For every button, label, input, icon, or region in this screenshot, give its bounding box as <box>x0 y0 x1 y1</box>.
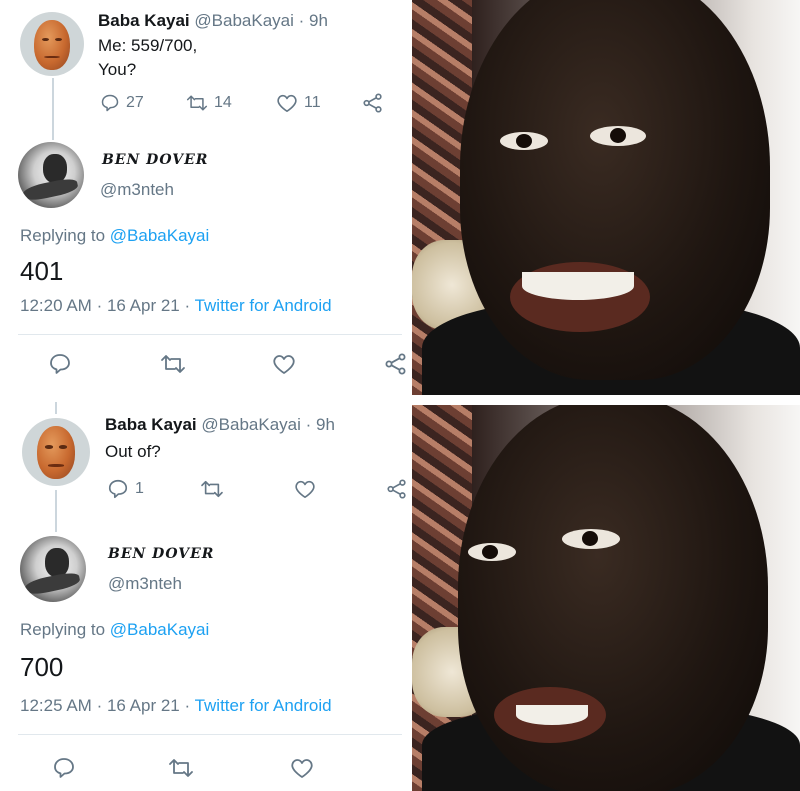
like-button[interactable]: 11 <box>276 93 321 113</box>
reply-author-name[interactable]: BEN DOVER <box>108 546 214 562</box>
like-button[interactable] <box>294 479 316 499</box>
reply-button[interactable] <box>48 352 72 376</box>
replying-to-link[interactable]: @BabaKayai <box>110 226 210 245</box>
reply-count: 27 <box>126 94 144 111</box>
avatar-baba-kayai[interactable] <box>20 12 84 76</box>
reply-date: 16 Apr 21 <box>106 296 180 315</box>
tweet-header: Baba Kayai @BabaKayai · 9h <box>98 10 328 32</box>
tweet-text: Out of? <box>105 440 161 464</box>
thread-line <box>55 490 57 532</box>
avatar-ben-dover[interactable] <box>18 142 84 208</box>
replying-to-label: Replying to <box>20 226 106 245</box>
reply-icon <box>108 479 128 499</box>
author-name[interactable]: Baba Kayai <box>105 415 197 434</box>
like-count: 11 <box>304 94 321 111</box>
retweet-icon <box>169 759 193 777</box>
tweet-age: 9h <box>316 415 335 434</box>
avatar-ben-dover[interactable] <box>20 536 86 602</box>
separator: · <box>298 11 305 30</box>
reply-icon <box>50 354 70 374</box>
reply-source[interactable]: Twitter for Android <box>195 296 332 315</box>
retweet-button[interactable]: 14 <box>186 93 232 113</box>
divider <box>18 334 402 335</box>
separator: · <box>184 696 191 715</box>
tweet-age: 9h <box>309 11 328 30</box>
reply-author-handle[interactable]: @m3nteh <box>100 180 174 200</box>
tweet-text: Me: 559/700, You? <box>98 34 197 82</box>
reply-time: 12:20 AM <box>20 296 92 315</box>
separator: · <box>305 415 312 434</box>
tweet-panel-bottom: Baba Kayai @BabaKayai · 9h Out of? 1 BEN… <box>0 398 410 791</box>
divider <box>18 734 402 735</box>
like-button[interactable] <box>290 757 314 779</box>
share-icon <box>387 479 406 499</box>
reply-meta: 12:20 AM · 16 Apr 21 · Twitter for Andro… <box>20 296 332 316</box>
retweet-button[interactable] <box>168 757 194 779</box>
separator: · <box>96 296 103 315</box>
thread-line <box>55 402 57 414</box>
share-button[interactable] <box>384 353 408 375</box>
reply-icon <box>101 94 119 112</box>
tweet-text-line: Me: 559/700, <box>98 36 198 55</box>
reply-button[interactable] <box>52 756 76 780</box>
author-handle[interactable]: @BabaKayai <box>201 415 301 434</box>
share-button[interactable] <box>362 93 384 113</box>
avatar-baba-kayai[interactable] <box>22 418 90 486</box>
reply-author-name[interactable]: BEN DOVER <box>102 152 208 168</box>
share-icon <box>363 93 382 113</box>
reply-text: 401 <box>20 256 64 286</box>
replying-to-label: Replying to <box>20 620 106 639</box>
thread-line <box>52 78 54 140</box>
reply-button[interactable]: 1 <box>107 478 144 500</box>
separator: · <box>184 296 191 315</box>
reply-count: 1 <box>135 480 144 497</box>
reply-text: 700 <box>20 652 64 682</box>
heart-icon <box>273 355 295 374</box>
tweet-panel-top: Baba Kayai @BabaKayai · 9h Me: 559/700, … <box>0 0 410 395</box>
tweet-header: Baba Kayai @BabaKayai · 9h <box>105 414 335 436</box>
tweet-text-line: Out of? <box>105 442 161 461</box>
like-button[interactable] <box>272 353 296 375</box>
retweet-button[interactable] <box>200 479 224 499</box>
replying-to-link[interactable]: @BabaKayai <box>110 620 210 639</box>
separator: · <box>96 696 103 715</box>
retweet-icon <box>186 95 208 111</box>
author-handle[interactable]: @BabaKayai <box>194 11 294 30</box>
retweet-icon <box>201 480 223 498</box>
reaction-photo-disappointed <box>412 405 800 791</box>
reply-date: 16 Apr 21 <box>106 696 180 715</box>
retweet-count: 14 <box>214 94 232 111</box>
replying-to: Replying to @BabaKayai <box>20 226 209 246</box>
share-button[interactable] <box>386 479 408 499</box>
tweet-text-line: You? <box>98 60 137 79</box>
reply-source[interactable]: Twitter for Android <box>195 696 332 715</box>
reply-author-handle[interactable]: @m3nteh <box>108 574 182 594</box>
heart-icon <box>277 94 297 112</box>
reply-icon <box>54 758 74 778</box>
author-name[interactable]: Baba Kayai <box>98 11 190 30</box>
reaction-photo-happy <box>412 0 800 395</box>
retweet-button[interactable] <box>160 353 186 375</box>
heart-icon <box>291 759 313 778</box>
replying-to: Replying to @BabaKayai <box>20 620 209 640</box>
reply-button[interactable]: 27 <box>100 93 144 113</box>
retweet-icon <box>161 355 185 373</box>
reply-time: 12:25 AM <box>20 696 92 715</box>
share-icon <box>385 353 406 375</box>
heart-icon <box>295 480 315 498</box>
reply-meta: 12:25 AM · 16 Apr 21 · Twitter for Andro… <box>20 696 332 716</box>
